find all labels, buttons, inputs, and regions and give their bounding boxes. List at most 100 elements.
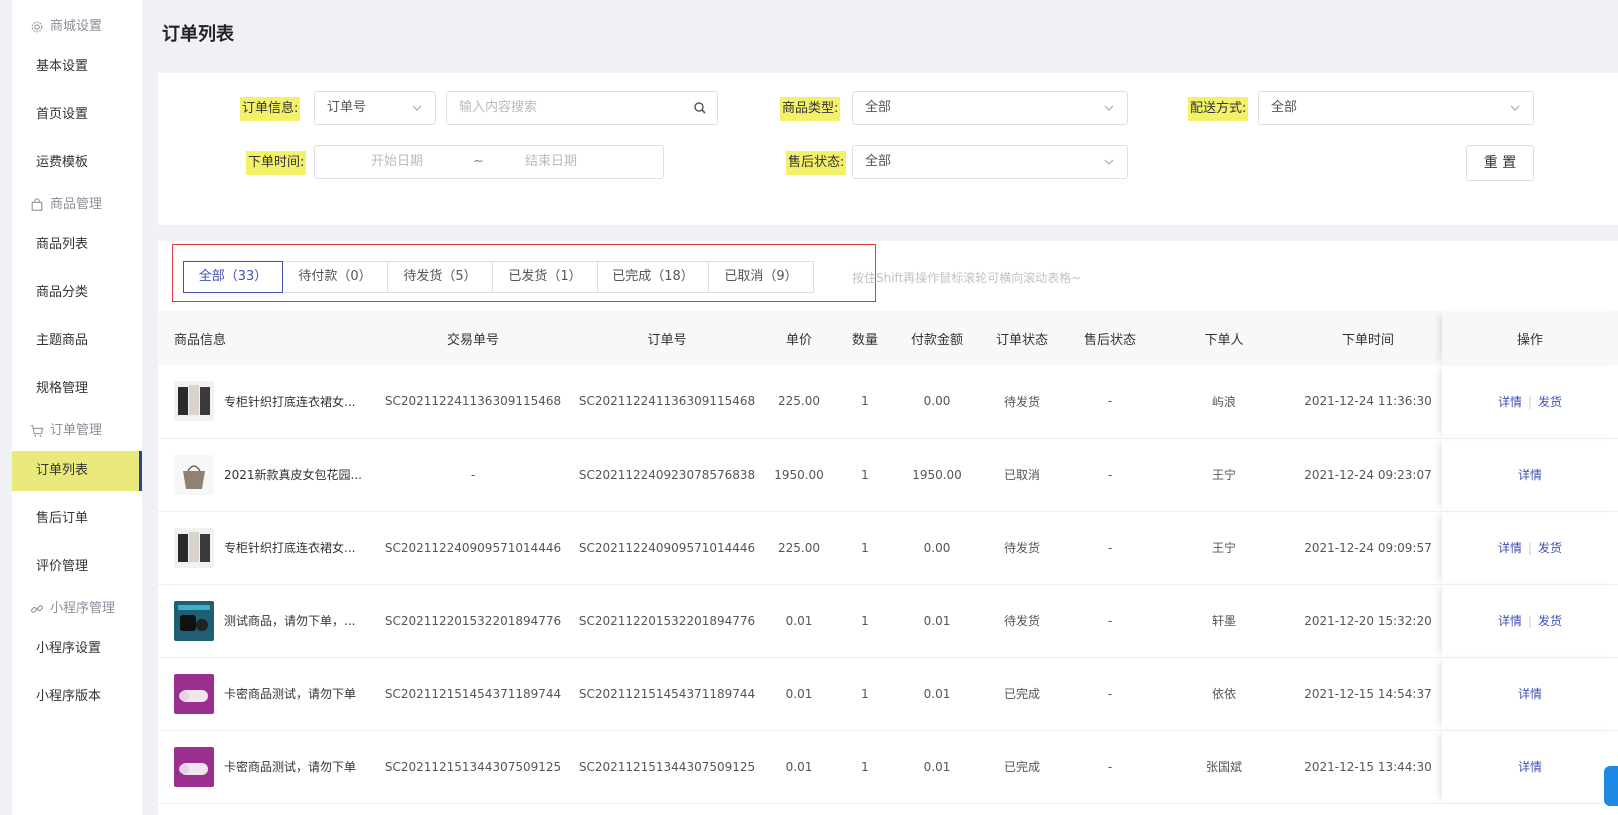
cell-order-no: SC202112240909571014446	[570, 511, 764, 585]
status-tab[interactable]: 待发货（5）	[387, 261, 493, 293]
sidebar-group-label: 小程序管理	[50, 601, 116, 616]
cell-qty: 1	[834, 438, 896, 512]
cell-paid: 0.01	[896, 730, 978, 804]
product-cell: 测试商品，请勿下单，...	[158, 584, 376, 658]
cell-paid: 0.01	[896, 657, 978, 731]
table-row: 测试商品，请勿下单，... SC202112201532201894776 SC20…	[158, 584, 1618, 658]
table-row: 卡密商品测试，请勿下单 SC202112151454371189744 SC2021…	[158, 657, 1618, 731]
start-date-input[interactable]: 开始日期	[371, 146, 423, 178]
cell-status: 待发货	[978, 365, 1066, 439]
cell-status: 已完成	[978, 657, 1066, 731]
order-table-panel: 全部（33） 待付款（0） 待发货（5） 已发货（1） 已完成（18） 已取消（9） 按住…	[158, 241, 1618, 815]
after-sale-select[interactable]: 全部	[852, 145, 1128, 179]
sidebar-item[interactable]: 首页设置	[12, 95, 142, 135]
sidebar-group: 小程序管理	[12, 595, 142, 623]
cell-trade-no: SC202112151454371189744	[376, 657, 570, 731]
actions-cell: 详情 | 发货	[1442, 365, 1618, 439]
floating-help-button[interactable]	[1604, 766, 1618, 806]
cell-trade-no: SC202112201532201894776	[376, 584, 570, 658]
delivery-value: 全部	[1271, 100, 1298, 115]
after-sale-value: 全部	[865, 154, 892, 169]
sidebar-group: 订单管理	[12, 417, 142, 445]
cell-after-sale: -	[1066, 584, 1154, 658]
sidebar-item[interactable]: 基本设置	[12, 47, 142, 87]
cell-order-no: SC202112151344307509125	[570, 730, 764, 804]
cell-time: 2021-12-24 11:36:30	[1294, 365, 1442, 439]
scroll-hint: 按住Shift再操作鼠标滚轮可横向滚动表格~	[852, 271, 1082, 285]
status-tab[interactable]: 全部（33）	[183, 261, 283, 293]
product-name: 2021新款真皮女包花园...	[224, 468, 362, 482]
status-tab[interactable]: 已完成（18）	[597, 261, 709, 293]
product-thumbnail	[174, 673, 214, 714]
cell-buyer: 轩墨	[1154, 584, 1294, 658]
delivery-select[interactable]: 全部	[1258, 91, 1534, 125]
ship-link[interactable]: 发货	[1538, 541, 1562, 555]
sidebar-item[interactable]: 规格管理	[12, 369, 142, 409]
detail-link[interactable]: 详情	[1518, 468, 1542, 482]
cell-buyer: 张国斌	[1154, 730, 1294, 804]
cell-time: 2021-12-15 14:54:37	[1294, 657, 1442, 731]
status-tab[interactable]: 已取消（9）	[708, 261, 814, 293]
chevron-down-icon	[1509, 92, 1521, 138]
cell-order-no: SC202112201532201894776	[570, 584, 764, 658]
sidebar-item[interactable]: 订单列表	[12, 451, 142, 491]
sidebar-item[interactable]: 小程序版本	[12, 677, 142, 717]
column-header: 单价	[764, 311, 834, 365]
end-date-input[interactable]: 结束日期	[525, 146, 577, 178]
cell-qty: 1	[834, 584, 896, 658]
cell-qty: 1	[834, 657, 896, 731]
cell-status: 待发货	[978, 511, 1066, 585]
detail-link[interactable]: 详情	[1498, 395, 1522, 409]
cell-status: 已完成	[978, 730, 1066, 804]
product-name: 专柜针织打底连衣裙女...	[224, 394, 356, 409]
bag-icon	[30, 198, 44, 212]
sidebar-group-label: 商品管理	[50, 197, 103, 212]
goods-type-select[interactable]: 全部	[852, 91, 1128, 125]
chevron-down-icon	[411, 92, 423, 138]
column-header: 付款金额	[896, 311, 978, 365]
search-icon[interactable]	[693, 92, 707, 138]
detail-link[interactable]: 详情	[1518, 687, 1542, 701]
sidebar-item[interactable]: 主题商品	[12, 321, 142, 361]
cell-trade-no: SC202112241136309115468	[376, 365, 570, 439]
cell-after-sale: -	[1066, 438, 1154, 512]
cell-trade-no: SC202112240909571014446	[376, 511, 570, 585]
status-tab[interactable]: 已发货（1）	[492, 261, 598, 293]
sidebar-item[interactable]: 评价管理	[12, 547, 142, 587]
order-info-select-value: 订单号	[327, 100, 367, 115]
cell-time: 2021-12-15 13:44:30	[1294, 730, 1442, 804]
cell-qty: 1	[834, 730, 896, 804]
order-info-select[interactable]: 订单号	[314, 91, 436, 125]
sidebar-item[interactable]: 商品列表	[12, 225, 142, 265]
sidebar-item[interactable]: 售后订单	[12, 499, 142, 539]
cell-paid: 1950.00	[896, 438, 978, 512]
cell-time: 2021-12-20 15:32:20	[1294, 584, 1442, 658]
status-tab[interactable]: 待付款（0）	[282, 261, 388, 293]
detail-link[interactable]: 详情	[1498, 614, 1522, 628]
sidebar-item[interactable]: 运费模板	[12, 143, 142, 183]
reset-button[interactable]: 重 置	[1466, 145, 1534, 181]
sidebar-item[interactable]: 商品分类	[12, 273, 142, 313]
column-header: 售后状态	[1066, 311, 1154, 365]
product-cell: 2021新款真皮女包花园...	[158, 438, 376, 512]
status-tabs: 全部（33） 待付款（0） 待发货（5） 已发货（1） 已完成（18） 已取消（9）	[183, 261, 814, 293]
cell-order-no: SC202112151454371189744	[570, 657, 764, 731]
sidebar-item[interactable]: 小程序设置	[12, 629, 142, 669]
link-icon	[30, 602, 44, 616]
detail-link[interactable]: 详情	[1518, 760, 1542, 774]
cell-trade-no: SC202112151344307509125	[376, 730, 570, 804]
ship-link[interactable]: 发货	[1538, 395, 1562, 409]
cell-buyer: 王宁	[1154, 438, 1294, 512]
cell-after-sale: -	[1066, 365, 1154, 439]
actions-cell: 详情	[1442, 730, 1618, 804]
product-thumbnail	[174, 527, 214, 568]
order-info-label: 订单信息:	[240, 97, 301, 121]
table-row: 2021新款真皮女包花园... - SC202112240923078576838 1…	[158, 438, 1618, 512]
date-range-picker[interactable]: 开始日期 ~ 结束日期	[314, 145, 664, 179]
ship-link[interactable]: 发货	[1538, 614, 1562, 628]
cell-after-sale: -	[1066, 657, 1154, 731]
search-input[interactable]: 输入内容搜索	[446, 91, 718, 125]
chevron-down-icon	[1103, 146, 1115, 192]
cell-price: 0.01	[764, 730, 834, 804]
detail-link[interactable]: 详情	[1498, 541, 1522, 555]
